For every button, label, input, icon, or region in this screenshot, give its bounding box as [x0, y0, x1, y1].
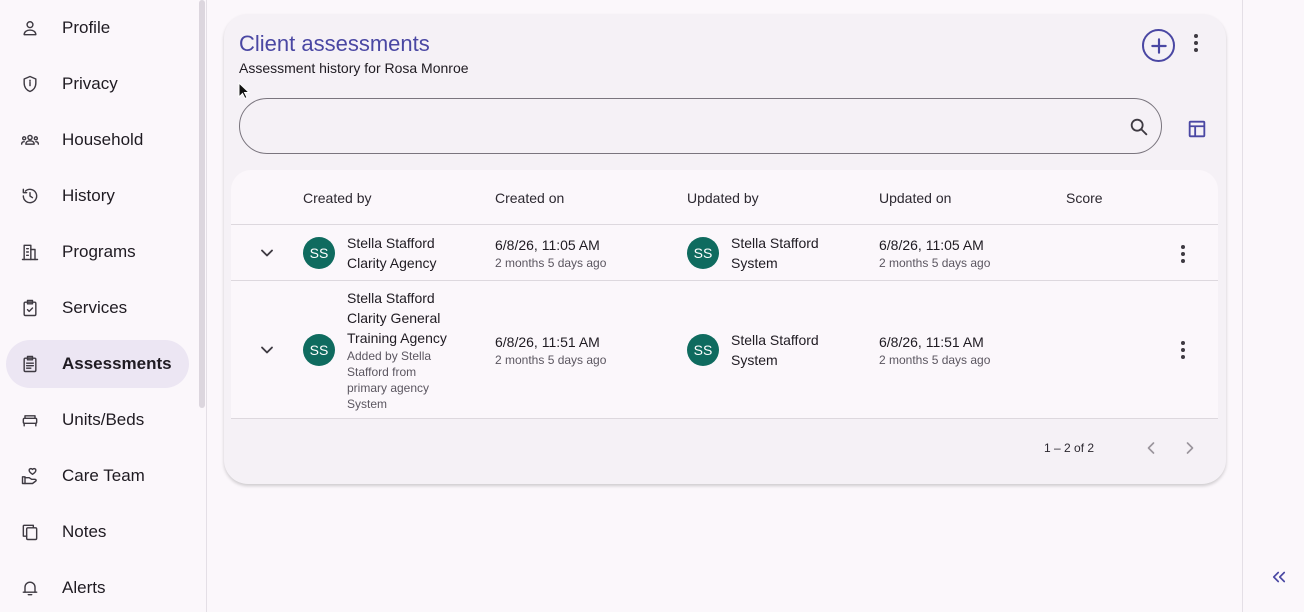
sidebar-item-profile[interactable]: Profile — [6, 4, 189, 52]
sidebar-item-label: Services — [62, 298, 128, 317]
more-vert-icon — [1181, 245, 1185, 249]
search-input[interactable] — [260, 99, 1120, 153]
programs-icon — [18, 240, 42, 264]
created-by-agency: Clarity Agency — [347, 255, 437, 271]
search-field[interactable] — [239, 98, 1162, 154]
updated-by-agency: System — [731, 255, 778, 271]
card-more-options-button[interactable] — [1184, 31, 1208, 55]
sidebar-item-services[interactable]: Services — [6, 284, 189, 332]
created-on-relative: 2 months 5 days ago — [495, 256, 607, 270]
notes-icon — [18, 520, 42, 544]
sidebar-item-label: Care Team — [62, 466, 145, 485]
sidebar-item-alerts[interactable]: Alerts — [6, 564, 189, 612]
chevron-left-icon[interactable] — [1141, 438, 1161, 458]
more-vert-icon — [1181, 341, 1185, 345]
column-header-score[interactable]: Score — [1066, 190, 1103, 206]
sidebar-item-privacy[interactable]: Privacy — [6, 60, 189, 108]
column-header-created-by[interactable]: Created by — [303, 190, 371, 206]
sidebar-item-programs[interactable]: Programs — [6, 228, 189, 276]
avatar: SS — [303, 334, 335, 366]
updated-on-date: 6/8/26, 11:05 AM — [879, 237, 984, 253]
sidebar-item-label: Units/Beds — [62, 410, 145, 429]
clipboard-check-icon — [18, 296, 42, 320]
group-icon — [18, 128, 42, 152]
hand-heart-icon — [18, 464, 42, 488]
chevron-down-icon[interactable] — [257, 243, 277, 263]
sidebar-item-label: Household — [62, 130, 144, 149]
sidebar-nav: Profile Privacy Household History Progra… — [0, 0, 207, 612]
assignment-icon — [18, 352, 42, 376]
double-chevron-left-icon — [1272, 571, 1286, 583]
assessments-table: Created by Created on Updated by Updated… — [231, 170, 1218, 419]
shield-icon — [18, 72, 42, 96]
created-by-name: Stella Stafford — [347, 290, 435, 306]
updated-on-relative: 2 months 5 days ago — [879, 353, 991, 367]
right-rail — [1242, 0, 1304, 612]
sidebar-item-assessments[interactable]: Assessments — [6, 340, 189, 388]
column-header-updated-by[interactable]: Updated by — [687, 190, 759, 206]
mouse-cursor-icon — [238, 82, 250, 100]
table-header: Created by Created on Updated by Updated… — [231, 170, 1218, 225]
updated-by-agency: System — [731, 352, 778, 368]
sidebar-item-label: Alerts — [62, 578, 106, 597]
page-subtitle: Assessment history for Rosa Monroe — [239, 60, 469, 76]
column-header-updated-on[interactable]: Updated on — [879, 190, 951, 206]
sidebar-item-label: Assessments — [62, 354, 172, 373]
created-by-note: Added by Stella Stafford from primary ag… — [347, 349, 432, 411]
assessments-card: Client assessments Assessment history fo… — [224, 14, 1226, 484]
pagination-range: 1 – 2 of 2 — [1044, 441, 1095, 455]
history-icon — [18, 184, 42, 208]
created-by-agency: Clarity General Training Agency — [347, 310, 447, 346]
updated-on-relative: 2 months 5 days ago — [879, 256, 991, 270]
person-icon — [18, 16, 42, 40]
sidebar-item-label: History — [62, 186, 115, 205]
table-row[interactable]: SS Stella Stafford Clarity General Train… — [231, 281, 1218, 419]
more-vert-icon — [1194, 34, 1198, 38]
sidebar-item-history[interactable]: History — [6, 172, 189, 220]
created-on-relative: 2 months 5 days ago — [495, 353, 607, 367]
sidebar-item-units-beds[interactable]: Units/Beds — [6, 396, 189, 444]
sidebar-scrollbar[interactable] — [199, 0, 205, 408]
column-header-created-on[interactable]: Created on — [495, 190, 564, 206]
table-columns-icon[interactable] — [1186, 118, 1208, 140]
avatar: SS — [687, 334, 719, 366]
sidebar-item-label: Privacy — [62, 74, 118, 93]
table-row[interactable]: SS Stella Stafford Clarity Agency 6/8/26… — [231, 226, 1218, 281]
updated-by-name: Stella Stafford — [731, 235, 819, 251]
sidebar-item-label: Programs — [62, 242, 136, 261]
created-on-date: 6/8/26, 11:51 AM — [495, 334, 600, 350]
avatar: SS — [303, 237, 335, 269]
sidebar-item-household[interactable]: Household — [6, 116, 189, 164]
plus-icon — [1150, 37, 1167, 54]
bed-icon — [18, 408, 42, 432]
updated-by-name: Stella Stafford — [731, 332, 819, 348]
row-more-options-button[interactable] — [1171, 242, 1195, 266]
sidebar-item-label: Notes — [62, 522, 107, 541]
avatar: SS — [687, 237, 719, 269]
sidebar-item-care-team[interactable]: Care Team — [6, 452, 189, 500]
bell-icon — [18, 576, 42, 600]
page-title: Client assessments — [239, 31, 430, 56]
collapse-panel-button[interactable] — [1266, 564, 1292, 590]
search-icon[interactable] — [1128, 116, 1150, 138]
sidebar-item-notes[interactable]: Notes — [6, 508, 189, 556]
sidebar-item-label: Profile — [62, 18, 111, 37]
row-more-options-button[interactable] — [1171, 338, 1195, 362]
created-on-date: 6/8/26, 11:05 AM — [495, 237, 600, 253]
created-by-name: Stella Stafford — [347, 235, 435, 251]
add-assessment-button[interactable] — [1142, 29, 1175, 62]
chevron-right-icon[interactable] — [1180, 438, 1200, 458]
chevron-down-icon[interactable] — [257, 340, 277, 360]
updated-on-date: 6/8/26, 11:51 AM — [879, 334, 984, 350]
